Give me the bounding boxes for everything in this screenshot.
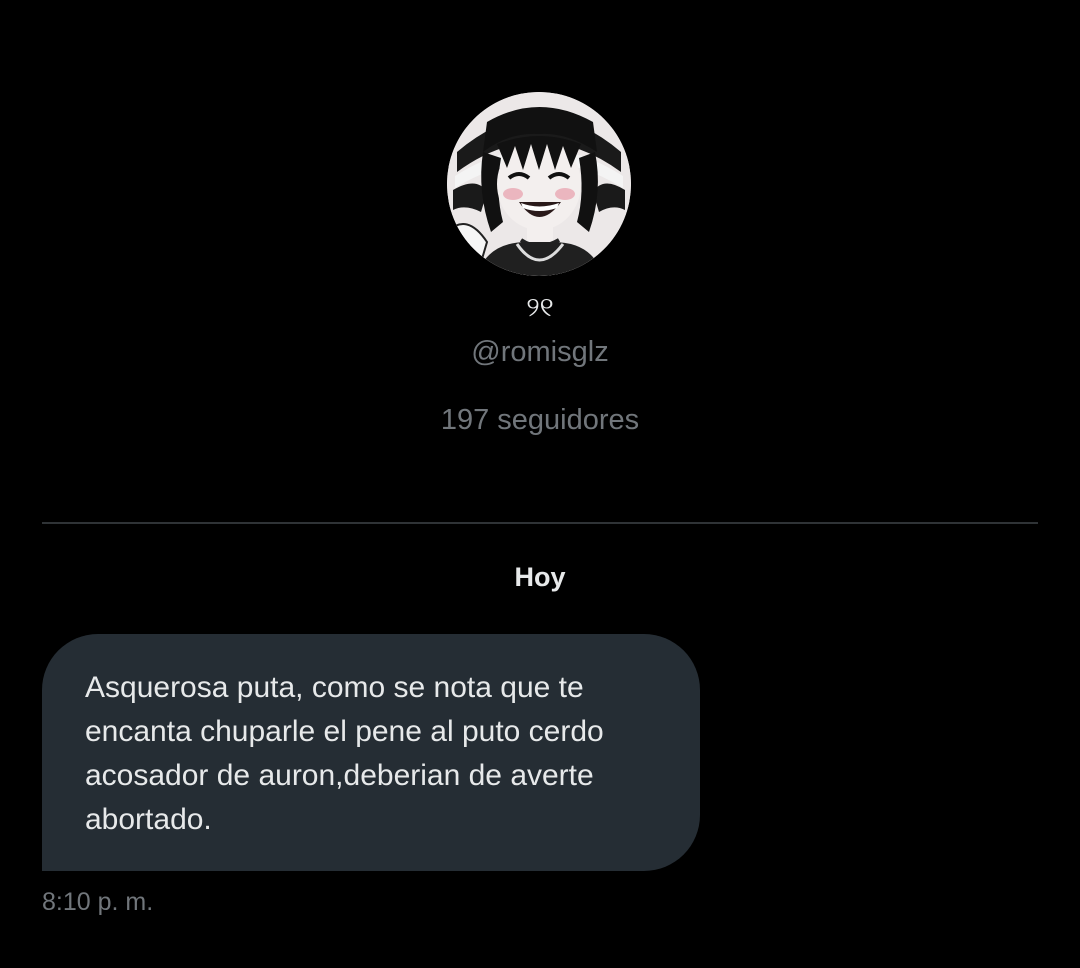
divider <box>42 522 1038 524</box>
user-handle[interactable]: @romisglz <box>0 334 1080 370</box>
message-text: Asquerosa puta, como se nota que te enca… <box>85 671 604 836</box>
avatar-illustration <box>447 92 631 276</box>
message-timestamp: 8:10 p. m. <box>42 888 154 916</box>
avatar[interactable] <box>447 92 631 276</box>
display-name[interactable]: ୨୧ <box>0 290 1080 326</box>
date-separator: Hoy <box>514 562 566 592</box>
message-bubble[interactable]: Asquerosa puta, como se nota que te enca… <box>42 634 700 871</box>
followers-count[interactable]: 197 seguidores <box>0 402 1080 438</box>
